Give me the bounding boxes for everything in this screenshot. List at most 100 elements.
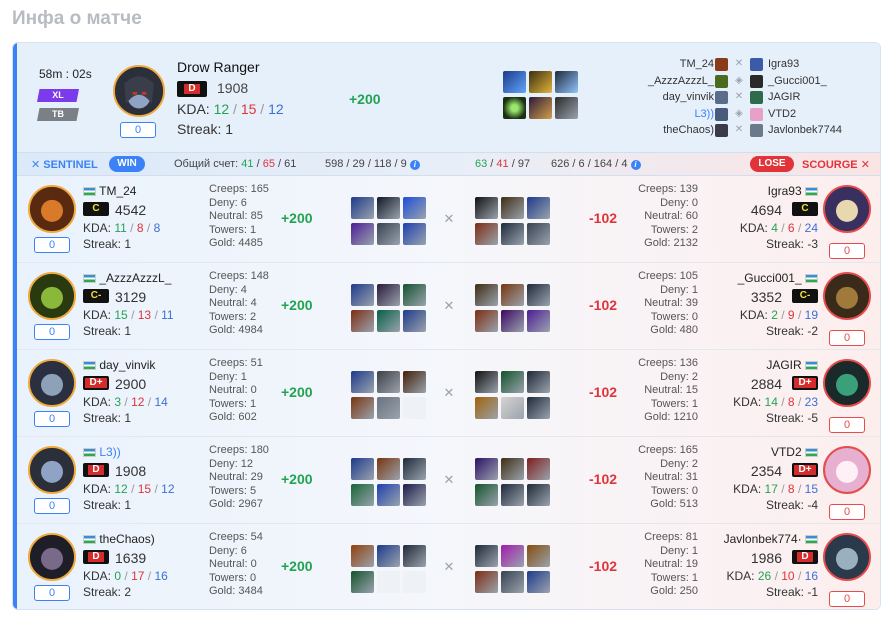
right-player-name[interactable]: Igra93 <box>768 184 818 198</box>
right-player-name[interactable]: Javlonbek7744 <box>768 124 842 136</box>
left-hero-avatar[interactable] <box>28 359 76 407</box>
item-icon[interactable] <box>475 545 498 567</box>
info-icon[interactable]: i <box>630 160 641 170</box>
item-icon[interactable] <box>377 284 400 306</box>
hero-avatar[interactable] <box>113 65 165 117</box>
item-icon[interactable] <box>527 484 550 506</box>
item-icon[interactable] <box>475 397 498 419</box>
right-player-name[interactable]: Igra93 <box>768 58 799 70</box>
item-icon[interactable] <box>527 197 550 219</box>
item-icon[interactable] <box>403 545 426 567</box>
item-icon[interactable] <box>351 310 374 332</box>
item-icon[interactable] <box>351 371 374 393</box>
item-icon[interactable] <box>527 458 550 480</box>
item-icon[interactable] <box>555 97 578 119</box>
left-hero-avatar[interactable] <box>28 533 76 581</box>
item-icon[interactable] <box>351 484 374 506</box>
right-player-name[interactable]: Javlonbek774· <box>724 532 818 546</box>
item-icon[interactable] <box>475 197 498 219</box>
left-player-name[interactable]: day_vinvik <box>83 358 155 372</box>
item-icon[interactable] <box>475 223 498 245</box>
item-icon[interactable] <box>475 371 498 393</box>
item-icon[interactable] <box>377 397 400 419</box>
item-icon[interactable] <box>501 571 524 593</box>
left-player-name[interactable]: day_vinvik <box>663 91 714 103</box>
item-icon[interactable] <box>529 71 552 93</box>
item-icon[interactable] <box>527 223 550 245</box>
left-player-name[interactable]: _AzzzAzzzL_ <box>83 271 171 285</box>
item-icon[interactable] <box>403 223 426 245</box>
item-icon[interactable] <box>501 397 524 419</box>
left-player-name[interactable]: _AzzzAzzzL_ <box>648 75 714 87</box>
left-player-name[interactable]: L3)) <box>83 445 121 459</box>
item-icon[interactable] <box>503 97 526 119</box>
right-hero-avatar[interactable] <box>823 359 871 407</box>
item-icon[interactable] <box>403 284 426 306</box>
info-icon[interactable]: i <box>409 160 420 170</box>
item-icon[interactable] <box>501 284 524 306</box>
right-player-name[interactable]: VTD2 <box>768 108 796 120</box>
item-icon[interactable] <box>403 484 426 506</box>
item-icon[interactable] <box>351 197 374 219</box>
item-icon[interactable] <box>403 310 426 332</box>
item-icon[interactable] <box>527 371 550 393</box>
item-icon[interactable] <box>501 458 524 480</box>
item-icon[interactable] <box>475 284 498 306</box>
item-icon[interactable] <box>527 397 550 419</box>
item-icon[interactable] <box>527 310 550 332</box>
right-player-name[interactable]: JAGIR <box>766 358 818 372</box>
item-icon[interactable] <box>529 97 552 119</box>
right-player-name[interactable]: VTD2 <box>771 445 818 459</box>
item-icon[interactable] <box>501 484 524 506</box>
item-icon[interactable] <box>351 397 374 419</box>
left-player-name[interactable]: TM_24 <box>680 58 714 70</box>
item-icon[interactable] <box>501 371 524 393</box>
item-icon[interactable] <box>377 458 400 480</box>
item-icon[interactable] <box>501 223 524 245</box>
item-icon[interactable] <box>351 223 374 245</box>
left-hero-avatar[interactable] <box>28 272 76 320</box>
item-icon[interactable] <box>377 310 400 332</box>
item-icon[interactable] <box>475 310 498 332</box>
item-icon[interactable] <box>403 458 426 480</box>
item-icon[interactable] <box>501 310 524 332</box>
sentinel-label: ✕ SENTINEL <box>31 159 98 171</box>
item-icon[interactable] <box>555 71 578 93</box>
item-icon[interactable] <box>527 284 550 306</box>
item-icon[interactable] <box>351 284 374 306</box>
left-player-name[interactable]: theChaos) <box>83 532 155 546</box>
right-hero-avatar[interactable] <box>823 272 871 320</box>
left-player-name[interactable]: theChaos) <box>663 124 714 136</box>
right-hero-avatar[interactable] <box>823 533 871 581</box>
right-hero-avatar[interactable] <box>823 185 871 233</box>
item-icon[interactable] <box>503 71 526 93</box>
item-icon[interactable] <box>377 484 400 506</box>
item-icon[interactable] <box>475 458 498 480</box>
right-player-name[interactable]: JAGIR <box>768 91 800 103</box>
left-player-name[interactable]: L3)) <box>694 108 714 120</box>
flag-icon <box>83 535 96 545</box>
left-hero-avatar[interactable] <box>28 446 76 494</box>
item-icon[interactable] <box>377 223 400 245</box>
item-icon[interactable] <box>377 371 400 393</box>
item-icon[interactable] <box>527 571 550 593</box>
item-icon[interactable] <box>527 545 550 567</box>
item-icon[interactable] <box>403 197 426 219</box>
left-hero-avatar[interactable] <box>28 185 76 233</box>
right-player-name[interactable]: _Gucci001_ <box>738 271 818 285</box>
item-icon[interactable] <box>377 545 400 567</box>
item-icon[interactable] <box>403 371 426 393</box>
right-kda: KDA: 4 / 6 / 24 <box>739 221 818 235</box>
item-icon[interactable] <box>501 545 524 567</box>
right-hero-avatar[interactable] <box>823 446 871 494</box>
right-items <box>475 371 551 419</box>
right-player-name[interactable]: _Gucci001_ <box>768 75 827 87</box>
item-icon[interactable] <box>351 571 374 593</box>
item-icon[interactable] <box>501 197 524 219</box>
item-icon[interactable] <box>351 458 374 480</box>
item-icon[interactable] <box>377 197 400 219</box>
item-icon[interactable] <box>475 484 498 506</box>
left-player-name[interactable]: TM_24 <box>83 184 136 198</box>
item-icon[interactable] <box>351 545 374 567</box>
item-icon[interactable] <box>475 571 498 593</box>
